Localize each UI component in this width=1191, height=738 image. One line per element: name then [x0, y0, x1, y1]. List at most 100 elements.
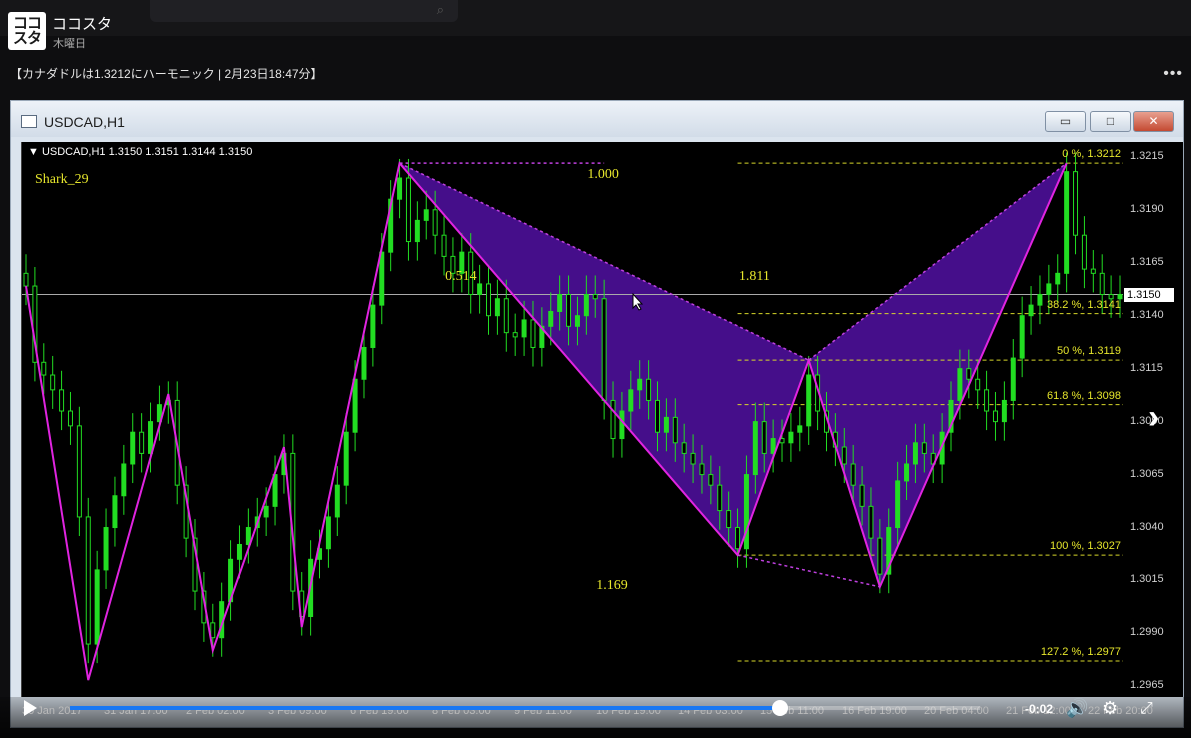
price-tick-label: 1.3015: [1130, 573, 1164, 586]
more-options-icon[interactable]: •••: [1163, 65, 1183, 83]
page-name[interactable]: ココスタ: [52, 13, 112, 34]
page-logo[interactable]: ココスタ: [8, 12, 46, 50]
candle-body: [23, 272, 29, 287]
price-tick-label: 1.2965: [1130, 679, 1164, 692]
candle-body: [637, 378, 643, 391]
ratio-label: 1.811: [738, 268, 770, 284]
candle-body: [610, 399, 616, 440]
window-titlebar: USDCAD,H1 ▭ □ ✕: [11, 101, 1183, 137]
candle-body: [236, 543, 242, 560]
ohlc-readout: ▼ USDCAD,H1 1.3150 1.3151 1.3144 1.3150: [28, 146, 253, 158]
maximize-button[interactable]: □: [1090, 111, 1131, 132]
candle-body: [494, 298, 500, 317]
candle-body: [797, 425, 803, 433]
fib-level-label: 0 %, 1.3212: [1062, 148, 1121, 161]
candle-body: [1064, 171, 1070, 274]
ratio-label: 0.514: [445, 268, 477, 284]
candle-body: [646, 378, 652, 401]
candle-body: [859, 484, 865, 507]
candle-body: [1099, 272, 1105, 296]
candle-body: [1073, 171, 1079, 236]
candle-body: [601, 298, 607, 401]
price-tick-label: 1.2990: [1130, 626, 1164, 639]
candle-body: [343, 431, 349, 486]
candle-body: [726, 510, 732, 529]
candle-body: [841, 446, 847, 465]
candle-body: [1081, 234, 1087, 270]
ratio-label: 1.169: [596, 577, 628, 593]
candle-body: [112, 495, 118, 529]
candle-body: [975, 378, 981, 391]
candle-body: [1055, 272, 1061, 285]
time-remaining: -0:02: [1025, 702, 1054, 716]
candle-body: [877, 537, 883, 575]
candle-body: [1010, 357, 1016, 401]
candle-body: [263, 505, 269, 518]
candle-body: [148, 421, 154, 454]
fib-level-label: 100 %, 1.3027: [1050, 540, 1121, 553]
candle-body: [130, 431, 136, 465]
candle-body: [566, 294, 572, 327]
candle-body: [210, 622, 216, 639]
ac-connector: [737, 554, 881, 588]
candle-body: [717, 484, 723, 512]
candle-body: [139, 431, 145, 454]
candle-body: [1046, 283, 1052, 296]
volume-icon[interactable]: 🔊: [1066, 698, 1088, 719]
seek-knob[interactable]: [771, 700, 788, 716]
candle-body: [708, 474, 714, 486]
ratio-label: 1.000: [587, 166, 619, 182]
candle-body: [1090, 268, 1096, 274]
candle-body: [334, 484, 340, 518]
seek-bar[interactable]: [70, 700, 980, 716]
chart-window-icon: [21, 115, 37, 128]
candle-body: [574, 315, 580, 327]
candle-body: [628, 389, 634, 412]
search-bar[interactable]: ⌕: [150, 0, 458, 22]
post-day: 木曜日: [53, 38, 86, 50]
minimize-button[interactable]: ▭: [1045, 111, 1086, 132]
candle-body: [530, 319, 536, 348]
candle-body: [441, 234, 447, 257]
candle-body: [921, 442, 927, 454]
candle-body: [405, 177, 411, 243]
candle-body: [432, 209, 438, 236]
candle-body: [752, 421, 758, 476]
search-icon[interactable]: ⌕: [437, 2, 444, 18]
candle-body: [984, 389, 990, 412]
fib-level-label: 50 %, 1.3119: [1056, 345, 1121, 358]
fib-level-label: 61.8 %, 1.3098: [1046, 389, 1121, 402]
candle-body: [94, 569, 100, 645]
video-controls: [0, 697, 1191, 738]
chart-area[interactable]: [21, 142, 1124, 697]
candle-body: [654, 399, 660, 433]
candle-body: [548, 310, 554, 327]
candle-body: [397, 177, 403, 200]
price-tick-label: 1.3115: [1130, 361, 1163, 374]
next-icon[interactable]: ›: [1148, 398, 1159, 437]
close-button[interactable]: ✕: [1133, 111, 1174, 132]
fib-level-label: 38.2 %, 1.3141: [1046, 298, 1121, 311]
play-icon[interactable]: [24, 700, 37, 716]
candle-body: [85, 516, 91, 645]
candle-body: [806, 374, 812, 427]
fullscreen-icon[interactable]: ⤢: [1140, 700, 1153, 718]
candle-body: [850, 463, 856, 486]
settings-icon[interactable]: ⚙: [1102, 698, 1118, 719]
candle-body: [486, 283, 492, 317]
candle-body: [557, 294, 563, 312]
candle-body: [59, 389, 65, 412]
candle-body: [521, 319, 527, 338]
candle-body: [103, 527, 109, 571]
candle-body: [1028, 304, 1034, 317]
window-title: USDCAD,H1: [44, 114, 125, 130]
price-tick-label: 1.3215: [1130, 149, 1164, 162]
candle-body: [681, 442, 687, 454]
candle-body: [121, 463, 127, 497]
candle-body: [76, 425, 82, 518]
candle-body: [477, 283, 483, 296]
indicator-label: Shark_29: [35, 172, 89, 187]
candle-body: [423, 209, 429, 221]
candle-body: [992, 410, 998, 423]
candle-body: [379, 251, 385, 306]
